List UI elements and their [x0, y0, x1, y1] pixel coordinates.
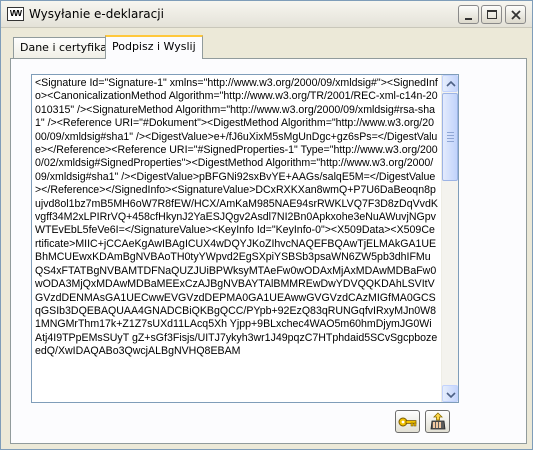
signature-xml-textarea[interactable]: <Signature Id="Signature-1" xmlns="http:…: [31, 74, 459, 403]
signature-xml-text[interactable]: <Signature Id="Signature-1" xmlns="http:…: [35, 77, 438, 400]
vertical-scrollbar[interactable]: [441, 75, 458, 402]
scroll-down-button[interactable]: [442, 385, 458, 402]
tab-label: Dane i certyfikaty: [20, 41, 118, 54]
arrow-down-icon: [446, 392, 456, 399]
close-icon: [511, 10, 521, 20]
app-icon[interactable]: VVV: [7, 7, 24, 21]
sign-button[interactable]: [395, 410, 420, 433]
arrow-up-icon: [446, 80, 456, 87]
key-icon: [398, 417, 417, 427]
scroll-up-button[interactable]: [442, 75, 458, 92]
tab-podpisz-i-wyslij[interactable]: Podpisz i Wyslij: [105, 35, 203, 59]
minimize-button[interactable]: [458, 5, 479, 24]
maximize-icon: [487, 10, 497, 19]
scroll-thumb[interactable]: [442, 93, 458, 181]
send-hand-icon: [430, 412, 446, 430]
window-title: Wysyłanie e-deklaracji: [29, 7, 164, 21]
close-button[interactable]: [505, 5, 526, 24]
minimize-icon: [465, 18, 472, 20]
send-button[interactable]: [425, 410, 450, 433]
tab-label: Podpisz i Wyslij: [112, 40, 196, 53]
maximize-button[interactable]: [481, 5, 502, 24]
title-bar[interactable]: VVV Wysyłanie e-deklaracji: [1, 1, 532, 28]
tab-panel: <Signature Id="Signature-1" xmlns="http:…: [10, 58, 527, 444]
window: VVV Wysyłanie e-deklaracji Dane i certyf…: [0, 0, 533, 450]
